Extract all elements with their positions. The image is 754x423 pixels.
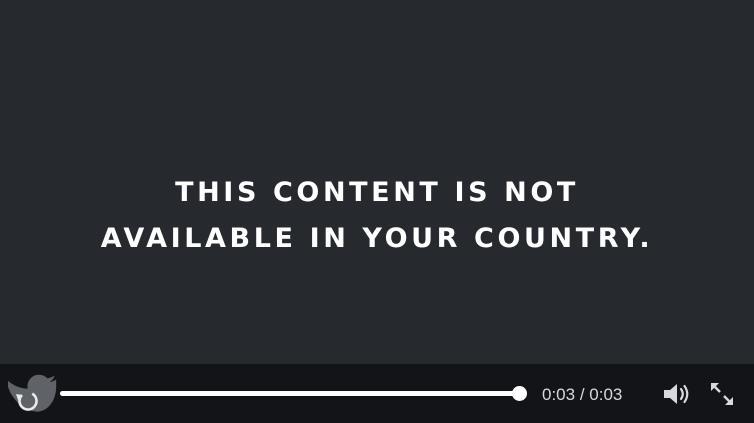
volume-button[interactable]: [662, 381, 692, 407]
replay-button[interactable]: [8, 372, 58, 418]
fullscreen-icon: [711, 383, 733, 405]
time-separator: /: [579, 385, 585, 404]
geo-block-message: THIS CONTENT IS NOT AVAILABLE IN YOUR CO…: [0, 170, 754, 262]
video-player: THIS CONTENT IS NOT AVAILABLE IN YOUR CO…: [0, 0, 754, 423]
progress-bar[interactable]: [60, 386, 527, 401]
current-time: 0:03: [542, 385, 576, 404]
progress-fill: [60, 391, 519, 396]
fullscreen-button[interactable]: [708, 381, 736, 407]
duration: 0:03: [589, 385, 623, 404]
geo-block-message-line1: THIS CONTENT IS NOT: [175, 177, 579, 208]
progress-handle[interactable]: [512, 386, 527, 401]
volume-icon: [664, 384, 689, 404]
replay-icon: [16, 391, 38, 411]
player-controls-bar: 0:03 / 0:03: [0, 364, 754, 423]
video-area[interactable]: THIS CONTENT IS NOT AVAILABLE IN YOUR CO…: [0, 0, 754, 364]
time-display: 0:03 / 0:03: [542, 385, 622, 405]
geo-block-message-line2: AVAILABLE IN YOUR COUNTRY.: [100, 223, 654, 254]
